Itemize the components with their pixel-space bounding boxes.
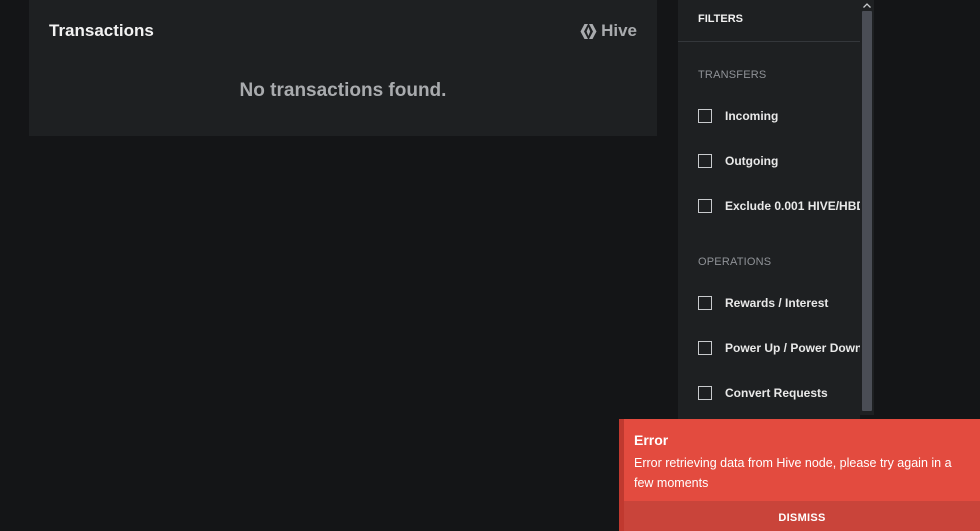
filters-scrollbar[interactable]: [860, 0, 874, 415]
filter-power-up-down[interactable]: Power Up / Power Down: [698, 341, 860, 355]
operations-section-title: OPERATIONS: [698, 256, 772, 268]
outgoing-label: Outgoing: [725, 154, 779, 168]
power-up-down-checkbox[interactable]: [698, 341, 712, 355]
filter-convert-requests[interactable]: Convert Requests: [698, 386, 828, 400]
toast-title: Error: [634, 432, 669, 448]
filter-incoming[interactable]: Incoming: [698, 109, 778, 123]
rewards-interest-checkbox[interactable]: [698, 296, 712, 310]
outgoing-checkbox[interactable]: [698, 154, 712, 168]
filter-exclude-dust[interactable]: Exclude 0.001 HIVE/HBD: [698, 199, 860, 213]
transfers-section-title: TRANSFERS: [698, 69, 767, 81]
app-root: Transactions Hive No transactions found.…: [0, 0, 980, 531]
convert-requests-checkbox[interactable]: [698, 386, 712, 400]
incoming-label: Incoming: [725, 109, 779, 123]
error-toast: Error Error retrieving data from Hive no…: [619, 419, 980, 531]
filter-outgoing[interactable]: Outgoing: [698, 154, 778, 168]
empty-state-message: No transactions found.: [239, 80, 447, 101]
exclude-dust-checkbox[interactable]: [698, 199, 712, 213]
incoming-checkbox[interactable]: [698, 109, 712, 123]
filters-panel: FILTERS TRANSFERS Incoming Outgoing Excl…: [678, 0, 860, 420]
hive-brand: Hive: [580, 21, 637, 41]
power-up-down-label: Power Up / Power Down: [725, 341, 860, 355]
transactions-card: Transactions Hive No transactions found.: [29, 0, 657, 136]
exclude-dust-label: Exclude 0.001 HIVE/HBD: [725, 199, 860, 213]
hive-logo-icon: [580, 23, 597, 39]
hive-brand-label: Hive: [601, 21, 637, 40]
filter-rewards-interest[interactable]: Rewards / Interest: [698, 296, 828, 310]
rewards-interest-label: Rewards / Interest: [725, 296, 829, 310]
filters-title: FILTERS: [678, 0, 860, 42]
dismiss-button[interactable]: DISMISS: [624, 501, 980, 531]
scroll-up-arrow-icon[interactable]: [860, 0, 874, 10]
scrollbar-thumb[interactable]: [862, 11, 872, 411]
toast-message: Error retrieving data from Hive node, pl…: [634, 456, 952, 490]
convert-requests-label: Convert Requests: [725, 386, 828, 400]
transactions-title: Transactions: [49, 21, 154, 40]
